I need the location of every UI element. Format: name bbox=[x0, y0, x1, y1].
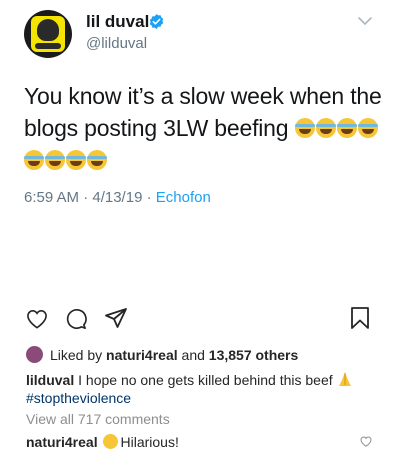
tears-of-joy-emoji-icon bbox=[294, 118, 315, 138]
tweet-text: You know it’s a slow week when the blogs… bbox=[24, 80, 384, 176]
bookmark-icon[interactable] bbox=[350, 306, 370, 330]
tweet-meta: 6:59 AM · 4/13/19 · Echofon bbox=[24, 189, 211, 206]
tweet-text-line2: blogs posting 3LW beefing bbox=[24, 115, 289, 141]
comment-row: naturi4real Hilarious! bbox=[26, 434, 179, 450]
tears-of-joy-emoji-icon bbox=[24, 150, 44, 170]
ghost-icon bbox=[37, 19, 59, 41]
tears-of-joy-emoji-icon bbox=[357, 118, 378, 138]
caption-text: I hope no one gets killed behind this be… bbox=[74, 372, 337, 388]
comment-text: Hilarious! bbox=[120, 434, 179, 450]
tears-of-joy-emoji-icon bbox=[315, 118, 336, 138]
tears-of-joy-emoji-icon bbox=[66, 150, 86, 170]
liked-and: and bbox=[177, 347, 209, 363]
tweet-text-line1: You know it’s a slow week when the bbox=[24, 83, 382, 109]
liked-prefix: Liked by bbox=[50, 347, 107, 363]
tears-of-joy-emoji-icon bbox=[45, 150, 65, 170]
liked-count-link[interactable]: 13,857 others bbox=[209, 347, 299, 363]
view-all-comments-link[interactable]: View all 717 comments bbox=[26, 411, 170, 427]
liked-by-avatar[interactable] bbox=[26, 346, 43, 363]
snapcode-label-bar bbox=[35, 43, 61, 49]
folded-hands-emoji-icon bbox=[338, 372, 351, 386]
liked-by-text: Liked by naturi4real and 13,857 others bbox=[50, 347, 298, 363]
verified-badge-icon bbox=[149, 14, 164, 29]
comment-like-heart-icon[interactable] bbox=[360, 436, 372, 447]
caption-user-link[interactable]: lilduval bbox=[26, 372, 74, 388]
comment-icon[interactable] bbox=[65, 308, 87, 330]
tears-of-joy-emoji-icon bbox=[336, 118, 357, 138]
tweet-timestamp: 6:59 AM · 4/13/19 · bbox=[24, 189, 156, 206]
heart-icon[interactable] bbox=[26, 309, 48, 329]
hashtag-link[interactable]: #stoptheviolence bbox=[26, 390, 131, 406]
user-handle[interactable]: @lilduval bbox=[86, 35, 147, 52]
tweet-source-link[interactable]: Echofon bbox=[156, 189, 211, 206]
tears-of-joy-emoji-icon bbox=[87, 150, 107, 170]
avatar[interactable] bbox=[24, 10, 72, 58]
comment-user-link[interactable]: naturi4real bbox=[26, 434, 98, 450]
smiling-emoji-icon bbox=[103, 434, 119, 449]
chevron-down-icon[interactable] bbox=[358, 16, 372, 26]
post-caption: lilduval I hope no one gets killed behin… bbox=[26, 371, 376, 407]
liked-user-link[interactable]: naturi4real bbox=[106, 347, 178, 363]
share-icon[interactable] bbox=[104, 307, 128, 329]
display-name[interactable]: lil duval bbox=[86, 12, 149, 32]
